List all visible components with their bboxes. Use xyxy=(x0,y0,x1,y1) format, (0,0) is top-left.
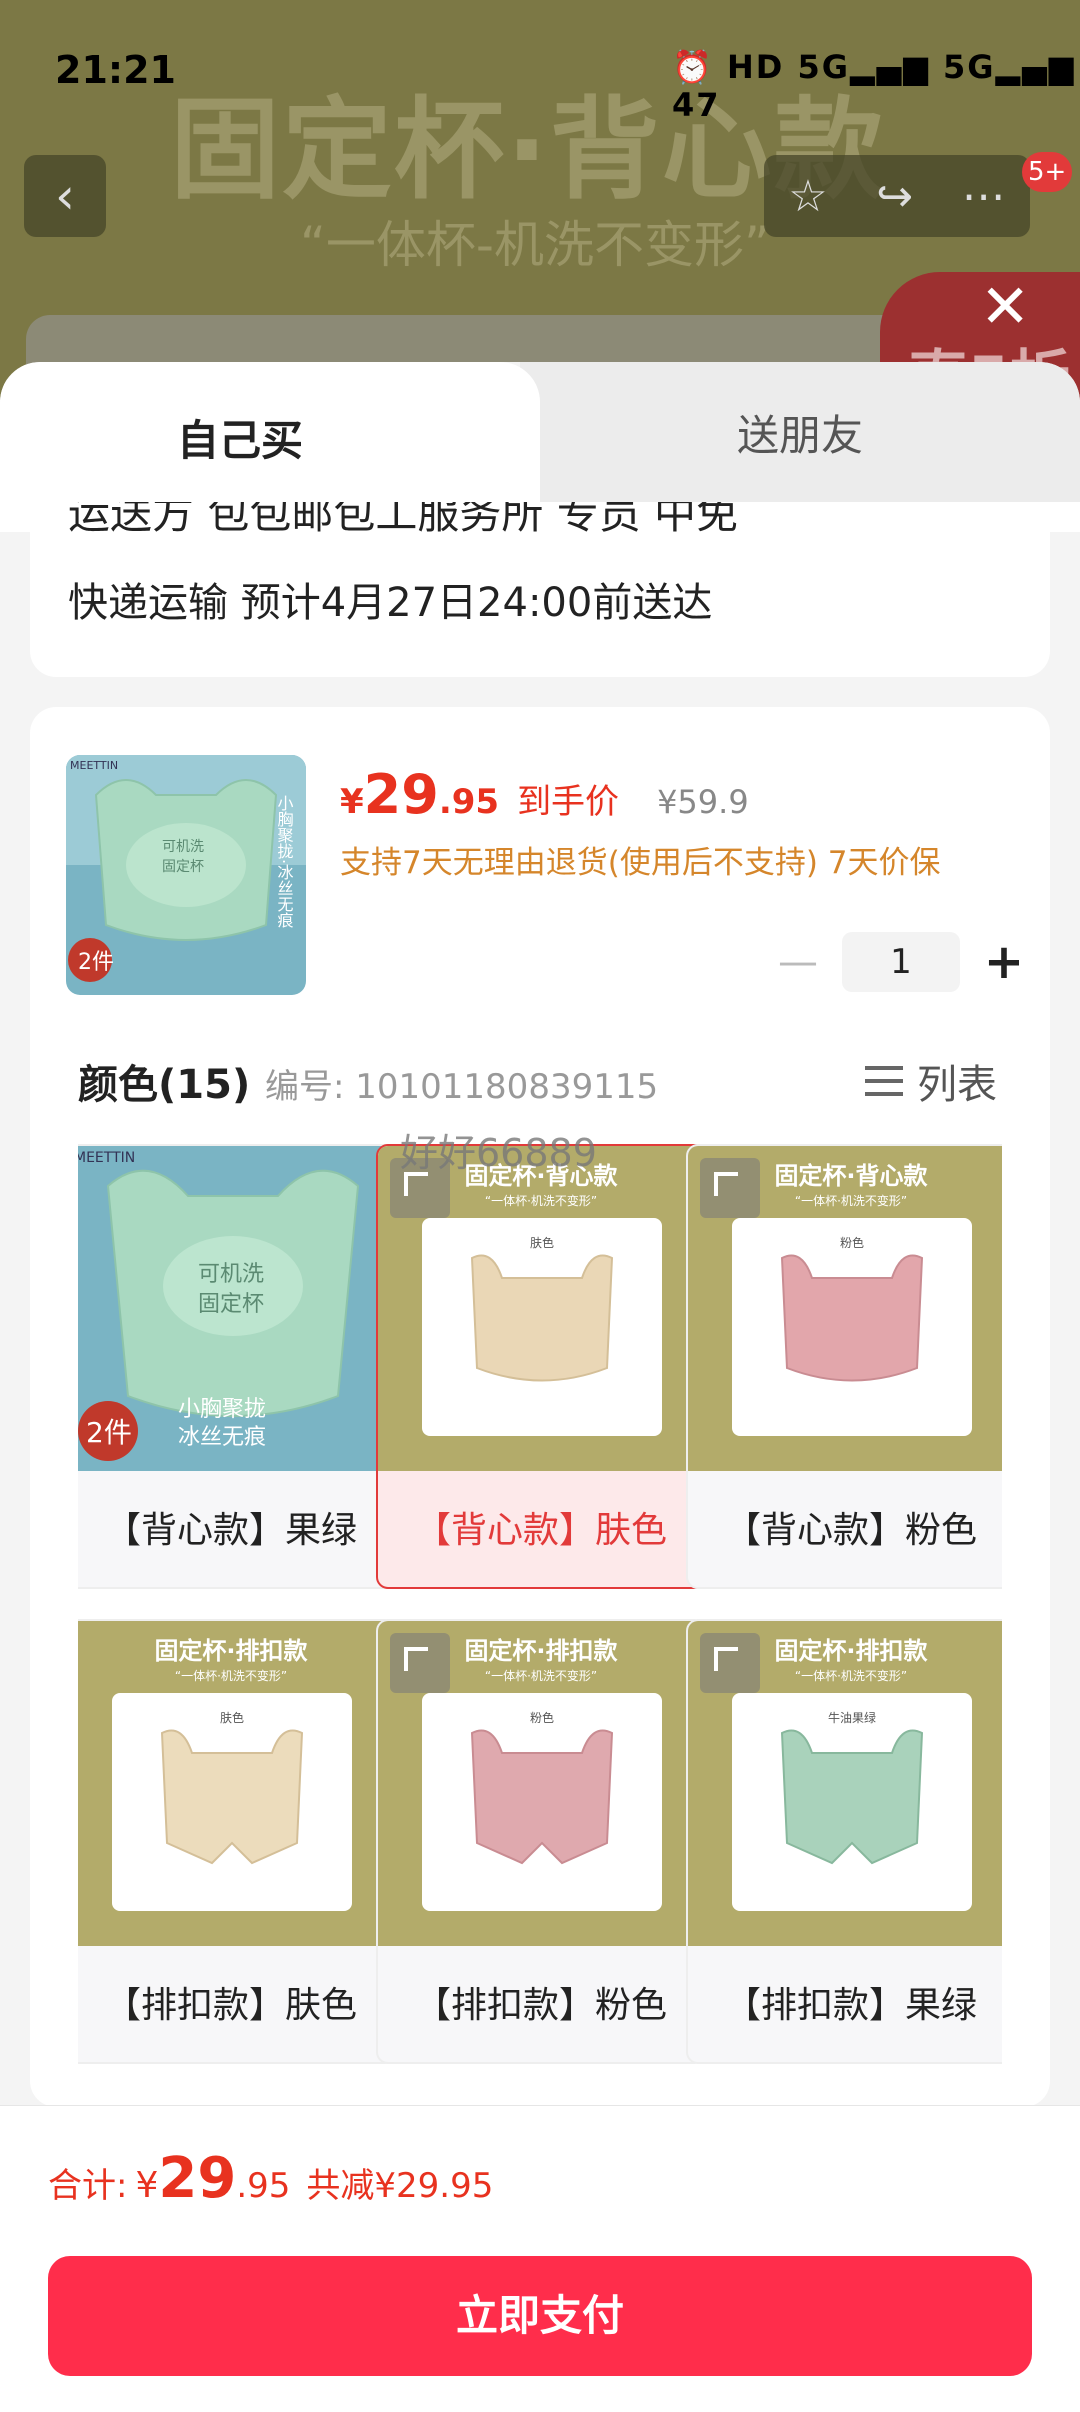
thumb-badge-text: 2件 xyxy=(78,950,114,975)
svg-text:可机洗: 可机洗 xyxy=(162,839,204,855)
color-option[interactable]: 固定杯·背心款 “一体杯·机洗不变形” 粉色 【背心款】粉色 xyxy=(686,1144,1002,1589)
status-time: 21:21 xyxy=(55,48,176,92)
option-label: 【排扣款】肤色 xyxy=(104,1985,357,2026)
price-currency: ¥ xyxy=(340,782,364,822)
spec-code: 编号: 10101180839115 xyxy=(265,1067,659,1107)
total-integer: 29 xyxy=(158,2146,237,2211)
svg-text:固定杯: 固定杯 xyxy=(198,1292,264,1317)
spec-title: 颜色(15) xyxy=(78,1062,251,1108)
option-label: 【排扣款】果绿 xyxy=(724,1985,977,2026)
expand-icon[interactable] xyxy=(700,1158,760,1218)
tab-gift[interactable]: 送朋友 xyxy=(520,362,1080,502)
total-decimal: .95 xyxy=(236,2166,291,2206)
color-option-selected[interactable]: 固定杯·背心款 “一体杯·机洗不变形” 肤色 【背心款】肤色 xyxy=(376,1144,706,1589)
price-integer: 29 xyxy=(363,763,439,826)
checkout-bar: 合计: ¥ 29 .95 共减¥29.95 立即支付 xyxy=(0,2105,1080,2412)
list-view-label: 列表 xyxy=(917,1062,997,1108)
option-image: 可机洗 固定杯 2件 小胸聚拢 冰丝无痕 MEETTIN xyxy=(78,1146,394,1471)
svg-text:2件: 2件 xyxy=(86,1416,132,1449)
color-option[interactable]: 固定杯·排扣款 “一体杯·机洗不变形” 牛油果绿 【排扣款】果绿 xyxy=(686,1619,1002,2064)
list-icon xyxy=(865,1062,903,1100)
svg-text:MEETTIN: MEETTIN xyxy=(78,1150,135,1166)
option-label: 【背心款】果绿 xyxy=(104,1510,357,1551)
sku-card: 2件 可机洗 固定杯 小胸聚拢·冰丝无痕 MEETTIN ¥ 29 .95 到手… xyxy=(30,707,1050,2107)
color-option[interactable]: 固定杯·排扣款 “一体杯·机洗不变形” 粉色 【排扣款】粉色 xyxy=(376,1619,706,2064)
color-option[interactable]: 可机洗 固定杯 2件 小胸聚拢 冰丝无痕 MEETTIN 【背心款】果绿 xyxy=(78,1144,396,1589)
more-icon[interactable]: ⋯ xyxy=(962,171,1006,222)
option-label: 【背心款】肤色 xyxy=(414,1510,667,1551)
decrement-button[interactable]: — xyxy=(768,939,828,985)
svg-text:可机洗: 可机洗 xyxy=(198,1262,264,1287)
watermark: 好好66889 xyxy=(400,1131,597,1175)
list-view-toggle[interactable]: 列表 xyxy=(865,1052,997,1110)
price-row: ¥ 29 .95 到手价 ¥59.9 xyxy=(340,763,749,826)
option-label: 【背心款】粉色 xyxy=(724,1510,977,1551)
share-icon[interactable]: ↪ xyxy=(876,171,913,222)
svg-text:冰丝无痕: 冰丝无痕 xyxy=(178,1425,266,1450)
svg-text:固定杯: 固定杯 xyxy=(162,859,204,875)
shipping-estimate: 快递运输 预计4月27日24:00前送达 xyxy=(68,580,713,626)
message-badge: 5+ xyxy=(1022,152,1073,192)
total-savings: 共减¥29.95 xyxy=(306,2166,494,2206)
service-guarantee: 支持7天无理由退货(使用后不支持) 7天价保 xyxy=(340,845,941,881)
color-options-grid: 可机洗 固定杯 2件 小胸聚拢 冰丝无痕 MEETTIN 【背心款】果绿 固定杯… xyxy=(78,1144,1002,2074)
expand-icon[interactable] xyxy=(700,1633,760,1693)
svg-text:MEETTIN: MEETTIN xyxy=(70,759,118,772)
total-currency: ¥ xyxy=(135,2165,159,2206)
svg-text:小胸聚拢: 小胸聚拢 xyxy=(178,1397,266,1422)
top-actions: ☆ ↪ ⋯ xyxy=(764,155,1030,237)
color-option[interactable]: 固定杯·排扣款 “一体杯·机洗不变形” 肤色 【排扣款】肤色 xyxy=(78,1619,396,2064)
pay-now-button[interactable]: 立即支付 xyxy=(48,2256,1032,2376)
chevron-left-icon: ‹ xyxy=(55,167,75,225)
increment-button[interactable]: + xyxy=(974,934,1034,990)
option-label: 【排扣款】粉色 xyxy=(414,1985,667,2026)
expand-icon[interactable] xyxy=(390,1633,450,1693)
option-image: 固定杯·排扣款 “一体杯·机洗不变形” 肤色 xyxy=(78,1621,394,1946)
quantity-stepper: — 1 + xyxy=(768,932,1034,992)
original-price: ¥59.9 xyxy=(657,783,749,821)
background-subtitle: “一体杯-机洗不变形” xyxy=(300,216,770,274)
shipping-cut-line: 运送方 包包邮包工服务所 专员 中免 xyxy=(68,502,739,538)
back-button[interactable]: ‹ xyxy=(24,155,106,237)
status-bar: 21:21 ⏰ HD 5G▂▄▆ 5G▂▄▆ 47 xyxy=(0,0,1080,140)
total-row: 合计: ¥ 29 .95 共减¥29.95 xyxy=(48,2146,493,2211)
quantity-value[interactable]: 1 xyxy=(842,932,960,992)
star-icon[interactable]: ☆ xyxy=(788,171,827,222)
shipping-card[interactable]: 运送方 包包邮包工服务所 专员 中免 快递运输 预计4月27日24:00前送达 xyxy=(30,502,1050,677)
status-icons: ⏰ HD 5G▂▄▆ 5G▂▄▆ 47 xyxy=(672,48,1076,124)
svg-text:小胸聚拢·冰丝无痕: 小胸聚拢·冰丝无痕 xyxy=(275,795,294,928)
price-decimal: .95 xyxy=(438,782,500,822)
price-label: 到手价 xyxy=(517,782,620,822)
total-label: 合计: xyxy=(48,2166,128,2206)
tab-self[interactable]: 自己买 xyxy=(0,362,540,512)
product-thumbnail[interactable]: 2件 可机洗 固定杯 小胸聚拢·冰丝无痕 MEETTIN xyxy=(66,755,306,995)
